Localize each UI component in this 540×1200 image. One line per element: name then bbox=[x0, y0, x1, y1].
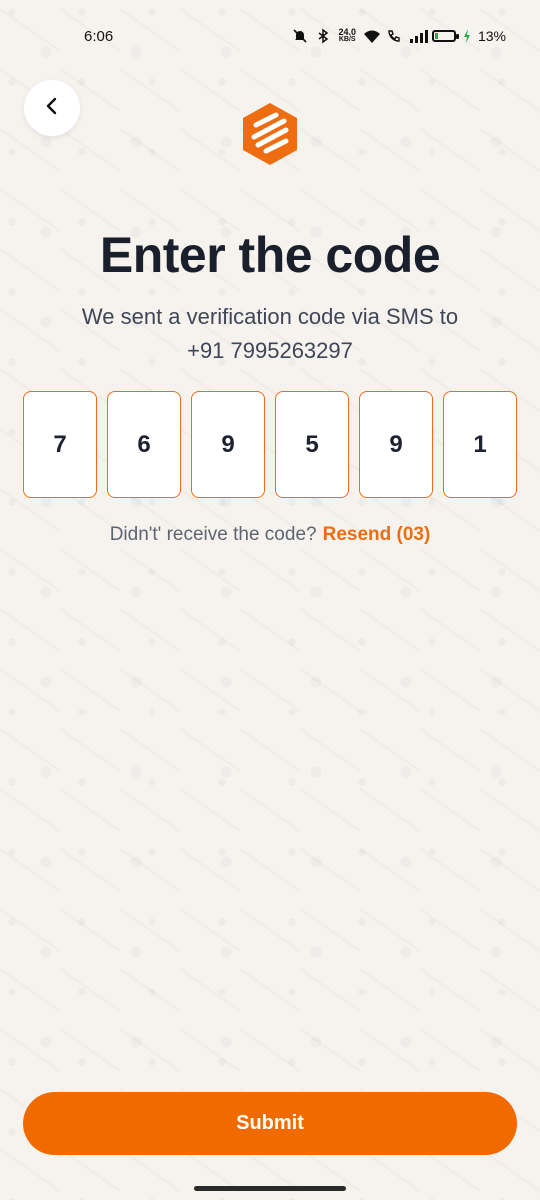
battery-icon bbox=[431, 30, 459, 42]
mute-icon bbox=[292, 28, 308, 44]
subtitle-message: We sent a verification code via SMS to bbox=[81, 304, 459, 329]
status-time: 6:06 bbox=[84, 27, 114, 45]
battery-level bbox=[434, 33, 438, 39]
otp-digit-input[interactable]: 9 bbox=[191, 391, 265, 498]
otp-digit-input[interactable]: 1 bbox=[443, 391, 517, 498]
chevron-left-icon bbox=[44, 96, 60, 121]
charging-icon bbox=[463, 28, 471, 44]
status-bar: 6:06 24.0 KB/S 13% bbox=[0, 0, 540, 72]
background-pattern bbox=[0, 0, 540, 1200]
subtitle: We sent a verification code via SMS to +… bbox=[40, 300, 500, 368]
brand-logo-icon bbox=[240, 101, 300, 167]
otp-digit-input[interactable]: 9 bbox=[359, 391, 433, 498]
wifi-icon bbox=[363, 28, 380, 44]
resend-prompt: Didn't' receive the code? bbox=[109, 524, 317, 545]
phone-number: +91 7995263297 bbox=[187, 338, 353, 363]
resend-line: Didn't' receive the code? Resend (03) bbox=[0, 524, 540, 546]
submit-button[interactable]: Submit bbox=[23, 1092, 517, 1155]
bluetooth-icon bbox=[315, 28, 331, 44]
otp-digit-input[interactable]: 7 bbox=[23, 391, 97, 498]
signal-icon bbox=[409, 28, 428, 44]
wifi-call-icon bbox=[386, 28, 402, 44]
resend-link[interactable]: Resend (03) bbox=[323, 524, 431, 545]
home-indicator[interactable] bbox=[194, 1186, 346, 1191]
speed-unit: KB/S bbox=[338, 36, 356, 43]
battery-percent: 13% bbox=[477, 28, 506, 44]
speed-value: 24.0 bbox=[338, 27, 356, 37]
status-icons: 24.0 KB/S 13% bbox=[292, 28, 506, 44]
network-speed: 24.0 KB/S bbox=[338, 28, 356, 44]
otp-input-group: 7 6 9 5 9 1 bbox=[23, 391, 517, 498]
page-title: Enter the code bbox=[99, 227, 441, 283]
back-button[interactable] bbox=[24, 80, 80, 136]
otp-digit-input[interactable]: 6 bbox=[107, 391, 181, 498]
otp-digit-input[interactable]: 5 bbox=[275, 391, 349, 498]
